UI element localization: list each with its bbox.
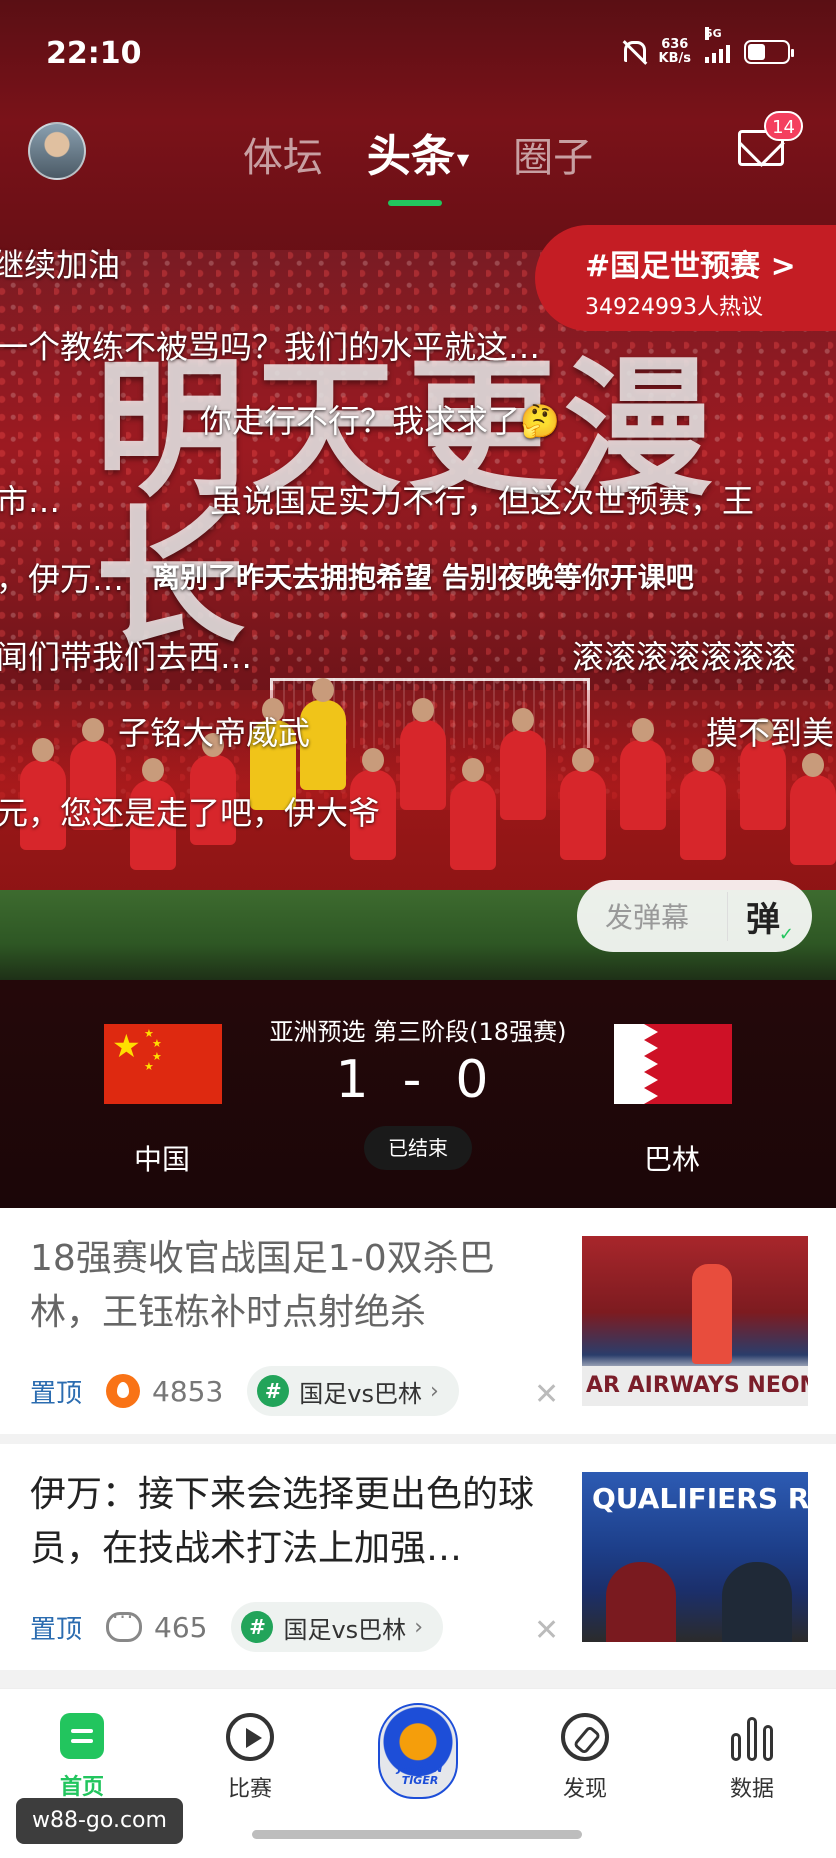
play-icon	[226, 1713, 274, 1761]
status-time: 22:10	[46, 36, 142, 71]
mute-icon	[619, 39, 646, 65]
home-indicator[interactable]	[252, 1830, 582, 1839]
chevron-right-icon: ›	[430, 1378, 439, 1404]
dismiss-icon[interactable]: ✕	[534, 1616, 559, 1646]
pinned-label: 置顶	[30, 1614, 83, 1645]
away-score: 0	[455, 1050, 501, 1110]
mail-icon[interactable]: 14	[738, 111, 803, 166]
player-figure	[680, 748, 726, 860]
nav-discover-label: 发现	[562, 1777, 607, 1802]
net-speed-value: 636	[661, 37, 689, 52]
topic-tag[interactable]: # 国足vs巴林 ›	[231, 1602, 443, 1652]
match-status-badge: 已结束	[364, 1126, 472, 1170]
news-title[interactable]: 伊万：接下来会选择更出色的球员，在技战术打法上加强…	[30, 1468, 540, 1576]
nav-home[interactable]: 首页	[22, 1713, 142, 1801]
data-icon	[731, 1713, 773, 1761]
discover-icon	[561, 1713, 609, 1761]
news-thumbnail[interactable]: QUALIFIERS ROA	[582, 1472, 808, 1642]
topic-tag-label: 国足vs巴林	[299, 1379, 422, 1408]
player-figure	[450, 758, 496, 870]
topic-title: #国足世预赛 >	[585, 249, 796, 284]
tab-toutiao[interactable]: 头条 ▼	[367, 120, 470, 206]
news-meta: 置顶 465 # 国足vs巴林 ›	[30, 1602, 443, 1652]
danmaku-item: 闻们带我们去西…	[0, 638, 253, 676]
home-team-name: 中国	[133, 1143, 190, 1176]
player-figure	[790, 753, 836, 865]
nav-discover[interactable]: 发现	[525, 1713, 645, 1803]
club-logo-text: JINMEN TIGER	[397, 1762, 443, 1787]
top-tabs: 体坛 头条 ▼ 圈子	[0, 120, 836, 206]
tab-quanzi[interactable]: 圈子	[513, 125, 593, 183]
thumb-ad-board: AR AIRWAYS NEOM	[582, 1366, 808, 1406]
fire-icon	[106, 1374, 141, 1408]
danmaku-send-label[interactable]: 发弹幕	[577, 896, 727, 936]
danmaku-item: ，伊万…	[0, 560, 125, 598]
hashtag-icon: #	[241, 1611, 274, 1643]
player-figure	[560, 748, 606, 860]
danmaku-item: 摸不到美	[706, 714, 835, 752]
person-figure	[606, 1562, 676, 1642]
net-speed-unit: KB/s	[658, 51, 691, 66]
player-figure	[692, 1264, 732, 1364]
pinned-label: 置顶	[30, 1378, 83, 1409]
dismiss-icon[interactable]: ✕	[534, 1380, 559, 1410]
hot-topic-pill[interactable]: #国足世预赛 > 34924993人热议	[535, 225, 836, 331]
caret-down-icon: ▼	[456, 149, 470, 169]
match-hero: 明天更漫长 22:10 636 KB/s 5G 体坛 头条 ▼ 圈子 14 #国…	[0, 0, 836, 1208]
danmaku-item: 元，您还是走了吧，伊大爷	[0, 794, 381, 832]
danmaku-send-box[interactable]: 发弹幕 弹	[577, 880, 812, 952]
nav-data-label: 数据	[729, 1777, 774, 1802]
active-tab-indicator	[388, 200, 442, 206]
home-score: 1	[335, 1050, 381, 1110]
comment-count: 465	[154, 1610, 208, 1644]
player-figure	[620, 718, 666, 830]
topic-tag-label: 国足vs巴林	[283, 1615, 407, 1644]
comment-icon	[106, 1605, 143, 1642]
status-icons: 636 KB/s 5G	[619, 27, 794, 66]
player-figure	[500, 708, 546, 820]
club-logo[interactable]: JINMEN TIGER	[378, 1703, 458, 1799]
nav-home-label: 首页	[59, 1775, 104, 1800]
person-figure	[722, 1562, 792, 1642]
danmaku-item: 虽说国足实力不行，但这次世预赛，王	[210, 482, 755, 520]
hashtag-icon: #	[257, 1375, 290, 1407]
topic-tag[interactable]: # 国足vs巴林 ›	[247, 1366, 459, 1416]
danmaku-item: 继续加油	[0, 246, 121, 284]
news-feed: 18强赛收官战国足1-0双杀巴林，王钰栋补时点射绝杀 AR AIRWAYS NE…	[0, 1208, 836, 1680]
home-icon	[60, 1713, 104, 1759]
score-separator: -	[402, 1050, 434, 1110]
player-figure	[400, 698, 446, 810]
bahrain-flag-icon	[614, 1024, 732, 1104]
news-title[interactable]: 18强赛收官战国足1-0双杀巴林，王钰栋补时点射绝杀	[30, 1232, 540, 1340]
news-meta: 置顶 4853 # 国足vs巴林 ›	[30, 1366, 459, 1416]
topic-count: 34924993人热议	[585, 295, 763, 320]
heat-count: 4853	[152, 1374, 224, 1408]
away-team-name: 巴林	[643, 1143, 700, 1176]
danmaku-item: 一个教练不被骂吗？我们的水平就这…	[0, 328, 541, 366]
network-type: 5G	[705, 27, 722, 40]
danmaku-item: 市…	[0, 482, 61, 520]
danmaku-item: 子铭大帝威武	[118, 714, 311, 752]
danmaku-toggle[interactable]: 弹	[727, 891, 794, 945]
watermark: w88-go.com	[16, 1798, 183, 1844]
chevron-right-icon: ›	[414, 1614, 423, 1640]
news-thumbnail[interactable]: AR AIRWAYS NEOM	[582, 1236, 808, 1406]
tab-tiyu[interactable]: 体坛	[243, 125, 323, 183]
nav-data[interactable]: 数据	[692, 1713, 812, 1803]
danmaku-item: 离别了昨天去拥抱希望 告别夜晚等你开课吧	[152, 561, 694, 594]
danmaku-item: 你走行不行？我求求了🤔	[200, 402, 560, 440]
nav-matches-label: 比赛	[227, 1777, 272, 1802]
news-card[interactable]: 伊万：接下来会选择更出色的球员，在技战术打法上加强… QUALIFIERS RO…	[0, 1444, 836, 1670]
net-speed: 636 KB/s	[659, 38, 691, 66]
danmaku-item: 滚滚滚滚滚滚滚	[572, 638, 797, 676]
battery-icon	[744, 40, 794, 64]
status-bar: 22:10 636 KB/s 5G	[0, 0, 836, 110]
news-card[interactable]: 18强赛收官战国足1-0双杀巴林，王钰栋补时点射绝杀 AR AIRWAYS NE…	[0, 1208, 836, 1434]
signal-icon: 5G	[705, 27, 730, 63]
mail-badge: 14	[764, 111, 803, 141]
scoreboard[interactable]: ★ ★ ★ ★ ★ 亚洲预选 第三阶段(18强赛) 1-0 中国 已结束 巴林	[0, 990, 836, 1208]
thumb-backdrop-text: QUALIFIERS ROA	[592, 1482, 808, 1515]
nav-matches[interactable]: 比赛	[190, 1713, 310, 1803]
top-nav: 体坛 头条 ▼ 圈子 14	[0, 110, 836, 206]
